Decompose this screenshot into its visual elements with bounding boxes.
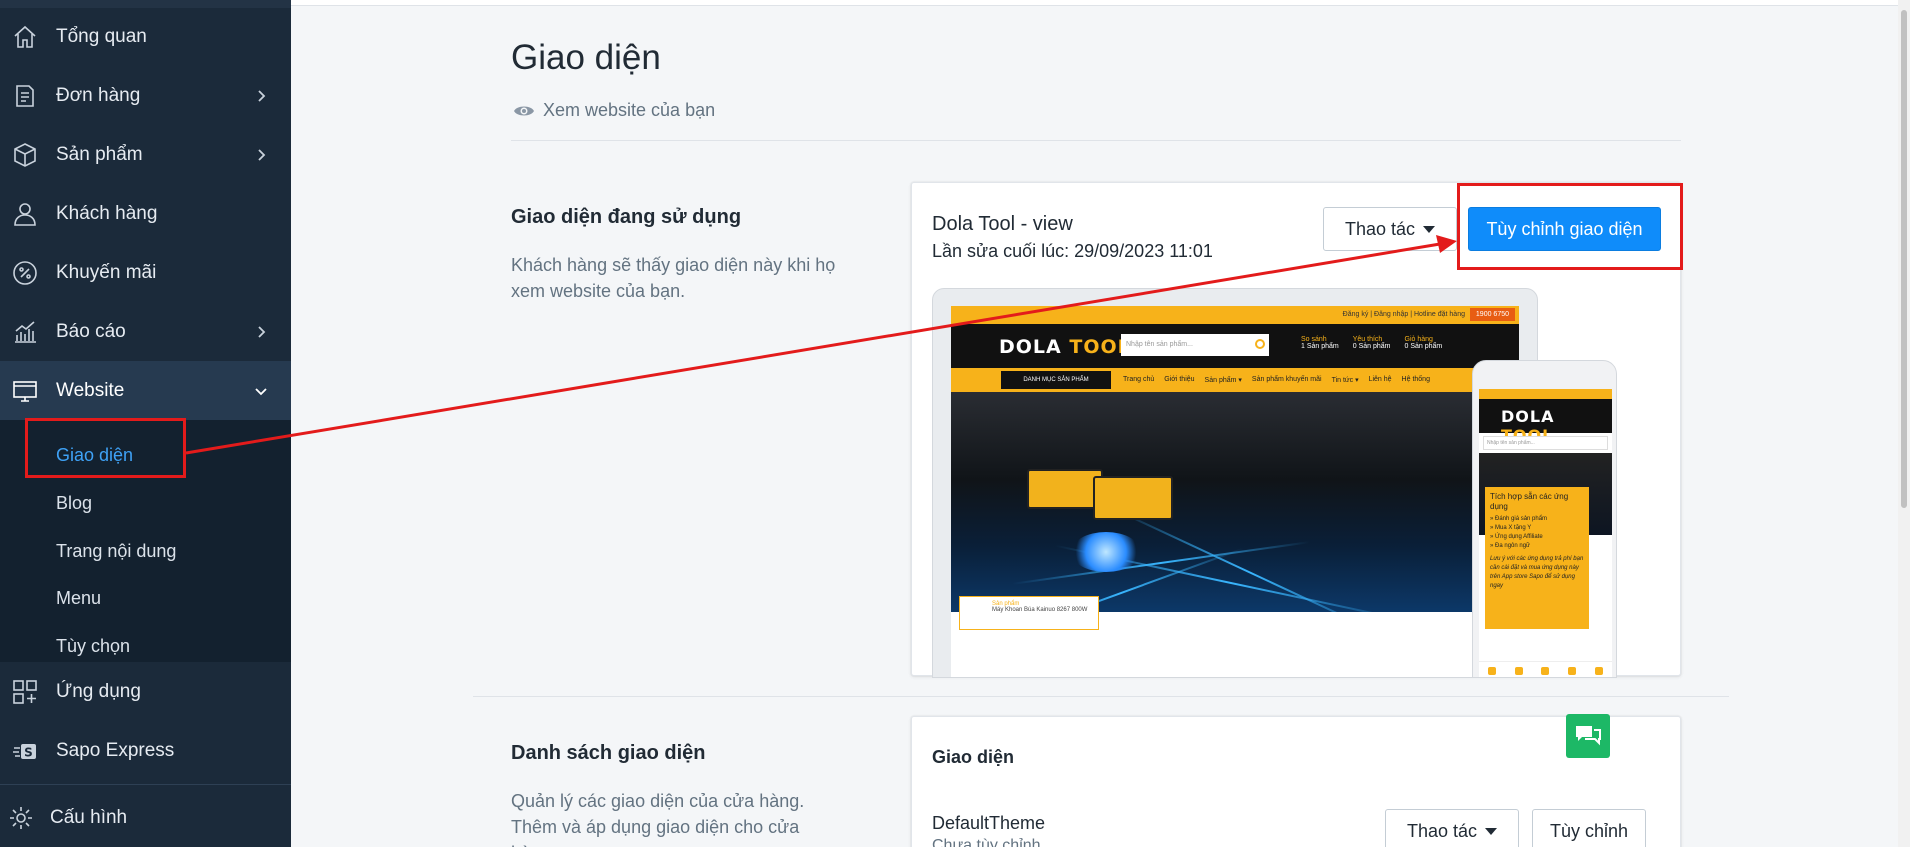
annotation-arrow <box>185 235 1457 455</box>
chat-button[interactable] <box>1566 714 1610 758</box>
scrollbar[interactable] <box>1898 0 1910 847</box>
chat-icon <box>1576 726 1601 746</box>
scrollbar-thumb[interactable] <box>1901 10 1907 508</box>
